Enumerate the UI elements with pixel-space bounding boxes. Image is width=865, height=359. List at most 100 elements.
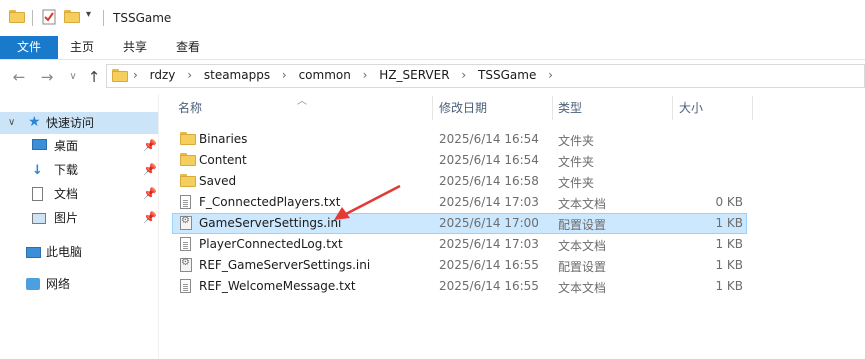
table-row[interactable]: REF_GameServerSettings.ini 2025/6/14 16:…	[172, 255, 747, 276]
navigation-pane: ∨ ★ 快速访问 桌面 📌 ↓ 下载 📌 文档 📌 图片 📌 此电脑 网络	[0, 94, 158, 359]
breadcrumb-item[interactable]: TSSGame	[478, 68, 536, 82]
new-folder-icon[interactable]	[64, 10, 80, 23]
sidebar-item-desktop[interactable]: 桌面 📌	[0, 135, 158, 157]
sidebar-item-quick-access[interactable]: ∨ ★ 快速访问	[0, 112, 158, 134]
column-divider[interactable]	[752, 96, 753, 120]
column-header-date[interactable]: 修改日期	[439, 94, 487, 122]
ini-file-icon	[180, 215, 192, 230]
pin-icon[interactable]: 📌	[143, 159, 157, 181]
title-bar: ▾ TSSGame	[0, 0, 865, 36]
text-file-icon	[180, 237, 191, 251]
network-icon	[26, 278, 40, 290]
properties-icon[interactable]	[42, 9, 56, 28]
file-type: 文本文档	[558, 197, 607, 211]
vertical-scrollbar[interactable]	[855, 94, 865, 359]
breadcrumb-item[interactable]: rdzy	[150, 68, 176, 82]
sidebar-item-this-pc[interactable]: 此电脑	[0, 241, 158, 263]
sidebar-item-label: 图片	[54, 211, 79, 225]
folder-icon	[180, 153, 196, 166]
file-name: Binaries	[199, 132, 248, 146]
file-name: Saved	[199, 174, 237, 188]
table-row[interactable]: Content 2025/6/14 16:54 文件夹	[172, 150, 747, 171]
folder-icon	[180, 132, 196, 145]
forward-arrow-icon[interactable]: →	[38, 68, 56, 86]
address-bar[interactable]: › rdzy › steamapps › common › HZ_SERVER …	[106, 64, 865, 88]
toolbar-divider	[32, 10, 33, 26]
sidebar-item-pictures[interactable]: 图片 📌	[0, 207, 158, 229]
recent-locations-chevron-icon[interactable]: ∨	[64, 71, 82, 82]
pin-icon[interactable]: 📌	[143, 207, 157, 229]
download-icon: ↓	[32, 163, 43, 178]
sidebar-item-documents[interactable]: 文档 📌	[0, 183, 158, 205]
document-icon	[32, 187, 43, 201]
breadcrumb-item[interactable]: steamapps	[204, 68, 270, 82]
tab-home[interactable]: 主页	[56, 36, 108, 59]
file-date: 2025/6/14 16:58	[439, 174, 539, 188]
breadcrumb-item[interactable]: HZ_SERVER	[379, 68, 449, 82]
chevron-right-icon[interactable]: ›	[363, 68, 368, 82]
back-arrow-icon[interactable]: ←	[10, 68, 28, 86]
customize-toolbar-icon[interactable]: ▾	[86, 9, 91, 20]
sidebar-item-label: 桌面	[54, 139, 79, 153]
sidebar-item-label: 网络	[46, 277, 71, 291]
file-date: 2025/6/14 16:54	[439, 132, 539, 146]
ini-file-icon	[180, 257, 192, 272]
window-title: TSSGame	[113, 11, 172, 25]
table-row[interactable]: F_ConnectedPlayers.txt 2025/6/14 17:03 文…	[172, 192, 747, 213]
star-icon: ★	[28, 114, 41, 130]
file-type: 配置设置	[558, 260, 607, 274]
table-row[interactable]: Saved 2025/6/14 16:58 文件夹	[172, 171, 747, 192]
file-size: 1 KB	[715, 237, 743, 251]
column-header-size[interactable]: 大小	[679, 94, 703, 122]
sidebar-item-label: 快速访问	[46, 116, 95, 130]
pane-divider[interactable]	[158, 94, 159, 359]
sidebar-item-downloads[interactable]: ↓ 下载 📌	[0, 159, 158, 181]
chevron-right-icon[interactable]: ›	[282, 68, 287, 82]
table-row-selected[interactable]: GameServerSettings.ini 2025/6/14 17:00 配…	[172, 213, 747, 234]
chevron-right-icon[interactable]: ›	[548, 68, 553, 82]
sidebar-item-label: 此电脑	[46, 245, 83, 259]
up-arrow-icon[interactable]: ↑	[85, 68, 103, 86]
column-header-name[interactable]: 名称	[178, 94, 202, 122]
tab-share[interactable]: 共享	[109, 36, 161, 59]
table-row[interactable]: Binaries 2025/6/14 16:54 文件夹	[172, 129, 747, 150]
file-type: 文本文档	[558, 281, 607, 295]
column-header-type[interactable]: 类型	[558, 94, 582, 122]
tab-view[interactable]: 查看	[162, 36, 214, 59]
column-divider[interactable]	[672, 96, 673, 120]
column-divider[interactable]	[552, 96, 553, 120]
tab-file[interactable]: 文件	[0, 36, 58, 59]
file-date: 2025/6/14 16:55	[439, 279, 539, 293]
file-name: REF_WelcomeMessage.txt	[199, 279, 356, 293]
file-name: F_ConnectedPlayers.txt	[199, 195, 341, 209]
column-divider[interactable]	[432, 96, 433, 120]
text-file-icon	[180, 195, 191, 209]
pin-icon[interactable]: 📌	[143, 135, 157, 157]
file-date: 2025/6/14 16:54	[439, 153, 539, 167]
table-row[interactable]: REF_WelcomeMessage.txt 2025/6/14 16:55 文…	[172, 276, 747, 297]
file-date: 2025/6/14 17:00	[439, 216, 539, 230]
file-size: 1 KB	[715, 216, 743, 230]
sidebar-item-label: 文档	[54, 187, 79, 201]
sidebar-item-label: 下载	[54, 163, 79, 177]
file-type: 文件夹	[558, 134, 595, 148]
breadcrumb-item[interactable]: common	[299, 68, 351, 82]
chevron-right-icon[interactable]: ›	[187, 68, 192, 82]
file-type: 文件夹	[558, 155, 595, 169]
chevron-right-icon[interactable]: ›	[461, 68, 466, 82]
toolbar-divider	[103, 10, 104, 26]
sort-ascending-icon: ︿	[297, 96, 307, 107]
sidebar-item-network[interactable]: 网络	[0, 273, 158, 295]
folder-icon	[180, 174, 196, 187]
pin-icon[interactable]: 📌	[143, 183, 157, 205]
folder-icon	[9, 10, 25, 23]
ribbon: 文件 主页 共享 查看	[0, 36, 865, 60]
table-row[interactable]: PlayerConnectedLog.txt 2025/6/14 17:03 文…	[172, 234, 747, 255]
file-date: 2025/6/14 17:03	[439, 237, 539, 251]
file-date: 2025/6/14 17:03	[439, 195, 539, 209]
text-file-icon	[180, 279, 191, 293]
file-type: 文件夹	[558, 176, 595, 190]
file-size: 1 KB	[715, 258, 743, 272]
chevron-down-icon[interactable]: ∨	[8, 112, 15, 134]
file-name: PlayerConnectedLog.txt	[199, 237, 343, 251]
